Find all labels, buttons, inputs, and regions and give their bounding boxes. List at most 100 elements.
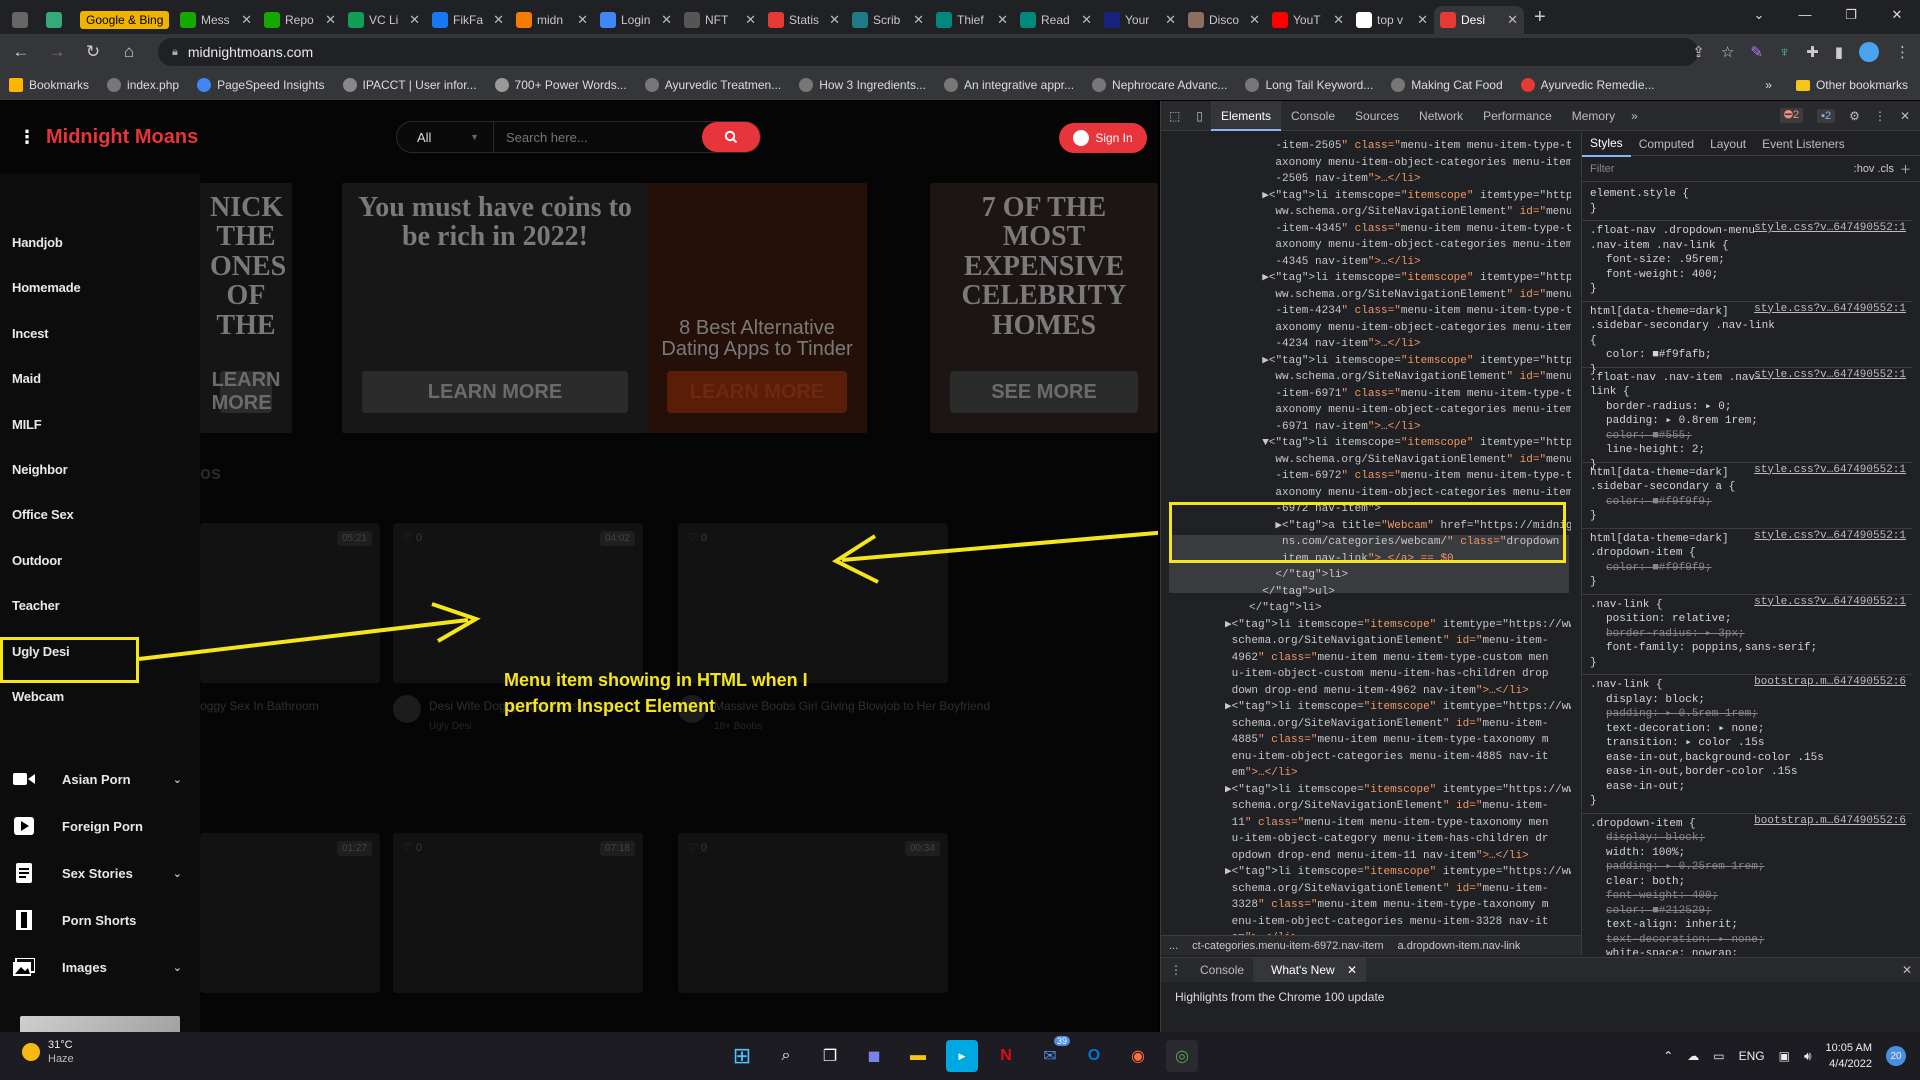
clock[interactable]: 10:05 AM 4/4/2022 xyxy=(1826,1040,1872,1072)
breadcrumb-item[interactable]: ... xyxy=(1169,940,1178,952)
reload-icon[interactable]: ↻ xyxy=(78,42,108,62)
ad-cta-button[interactable]: LEARN MORE xyxy=(212,369,281,414)
search-input[interactable] xyxy=(494,122,702,152)
file-explorer-icon[interactable]: ▬ xyxy=(902,1040,934,1072)
dom-node-line[interactable]: -item-4345" class="menu-item menu-item-t… xyxy=(1249,221,1571,238)
bookmark-item[interactable]: PageSpeed Insights xyxy=(188,77,333,92)
css-rule[interactable]: style.css?v…647490552:1 html[data-theme=d… xyxy=(1582,463,1912,529)
browser-tab[interactable]: Google & Bing xyxy=(74,6,174,34)
browser-tab[interactable]: Desi ✕ xyxy=(1434,6,1524,34)
search-category-select[interactable]: All ▼ xyxy=(397,122,494,152)
netflix-icon[interactable]: N xyxy=(990,1040,1022,1072)
outlook-icon[interactable]: O xyxy=(1078,1040,1110,1072)
back-icon[interactable]: ← xyxy=(6,42,36,62)
dom-node-line[interactable]: 4962" class="menu-item menu-item-type-cu… xyxy=(1225,650,1549,667)
browser-tab[interactable] xyxy=(6,6,40,34)
bookmark-star-icon[interactable]: ☆ xyxy=(1721,43,1734,61)
restore-button[interactable]: ❐ xyxy=(1828,0,1874,30)
tab-search-icon[interactable]: ⌄ xyxy=(1736,0,1782,30)
css-source-link[interactable]: bootstrap.m…647490552:6 xyxy=(1754,814,1906,829)
search-icon[interactable]: ⌕ xyxy=(770,1040,802,1072)
css-declaration[interactable]: text-decoration: ▸ none; xyxy=(1590,933,1912,948)
dom-node-line[interactable]: axonomy menu-item-object-categories menu… xyxy=(1249,320,1571,337)
css-declaration[interactable]: position: relative; xyxy=(1590,612,1912,627)
css-declaration[interactable]: text-decoration: ▸ none; xyxy=(1590,722,1912,737)
dom-node-line[interactable]: schema.org/SiteNavigationElement" id="me… xyxy=(1225,881,1549,898)
css-declaration[interactable]: text-align: inherit; xyxy=(1590,918,1912,933)
css-declaration[interactable]: line-height: 2; xyxy=(1590,443,1912,458)
notification-badge[interactable]: 20 xyxy=(1886,1046,1906,1066)
dom-node-line[interactable]: -item-6971" class="menu-item menu-item-t… xyxy=(1249,386,1571,403)
firefox-icon[interactable]: ◉ xyxy=(1122,1040,1154,1072)
ad-banner[interactable]: 8 Best Alternative Dating Apps to Tinder… xyxy=(647,183,867,433)
close-tab-icon[interactable]: ✕ xyxy=(997,12,1008,28)
close-tab-icon[interactable]: ✕ xyxy=(1165,12,1176,28)
share-icon[interactable]: ⇪ xyxy=(1692,43,1705,61)
css-rule[interactable]: element.style {} xyxy=(1582,184,1912,221)
dom-node-line[interactable]: </"tag">li> xyxy=(1249,567,1348,584)
teams-chat-icon[interactable]: ◼ xyxy=(858,1040,890,1072)
dom-node-line[interactable]: 11" class="menu-item menu-item-type-taxo… xyxy=(1225,815,1549,832)
sidebar-item-sex-stories[interactable]: Sex Stories ⌄ xyxy=(12,863,182,883)
prime-video-icon[interactable]: ▶ xyxy=(946,1040,978,1072)
dom-node-line[interactable]: em">…</li> xyxy=(1225,765,1298,782)
css-declaration[interactable]: padding: ▸ 0.8rem 1rem; xyxy=(1590,414,1912,429)
close-tab-icon[interactable]: ✕ xyxy=(829,12,840,28)
css-declaration[interactable]: font-size: .95rem; xyxy=(1590,253,1912,268)
drawer-tab-whats-new[interactable]: What's New ✕ xyxy=(1253,958,1367,982)
sidebar-item-handjob[interactable]: Handjob xyxy=(12,235,63,250)
dom-node-line[interactable]: ▶<"tag">li itemscope="itemscope" itemtyp… xyxy=(1249,353,1571,370)
sidebar-item-office-sex[interactable]: Office Sex xyxy=(12,507,74,522)
onedrive-icon[interactable]: ☁ xyxy=(1687,1049,1699,1063)
css-declaration[interactable]: padding: ▸ 0.25rem 1rem; xyxy=(1590,860,1912,875)
weather-widget[interactable]: 31°C Haze xyxy=(22,1038,74,1066)
dom-node-line[interactable]: opdown drop-end menu-item-11 nav-item">…… xyxy=(1225,848,1529,865)
sidebar-item-maid[interactable]: Maid xyxy=(12,371,41,386)
dom-node-line[interactable]: ▶<"tag">li itemscope="itemscope" itemtyp… xyxy=(1249,188,1571,205)
close-tab-icon[interactable]: ✕ xyxy=(241,12,252,28)
styles-filter[interactable]: Filter :hov .cls ＋ xyxy=(1582,156,1920,182)
other-bookmarks[interactable]: » Other bookmarks xyxy=(1765,70,1908,100)
devtools-tab-memory[interactable]: Memory xyxy=(1562,101,1625,131)
browser-tab[interactable]: YouT ✕ xyxy=(1266,6,1350,34)
browser-tab[interactable]: NFT ✕ xyxy=(678,6,762,34)
overflow-chevron-icon[interactable]: » xyxy=(1765,78,1772,92)
css-source-link[interactable]: style.css?v…647490552:1 xyxy=(1754,463,1906,478)
devtools-tab-network[interactable]: Network xyxy=(1409,101,1473,131)
video-card[interactable]: 04:02 ♡ 0 xyxy=(393,523,643,683)
address-bar[interactable]: 🔒︎ midnightmoans.com xyxy=(158,38,1698,66)
close-tab-icon[interactable]: ✕ xyxy=(1249,12,1260,28)
drawer-close-icon[interactable]: ✕ xyxy=(1893,958,1920,982)
bookmark-item[interactable]: Ayurvedic Remedie... xyxy=(1512,77,1664,92)
styles-tab-styles[interactable]: Styles xyxy=(1582,132,1631,157)
css-declaration[interactable]: color: ■#f9f9f9; xyxy=(1590,561,1912,576)
sidebar-item-neighbor[interactable]: Neighbor xyxy=(12,462,68,477)
drawer-tab-console[interactable]: Console xyxy=(1191,958,1253,982)
dom-node-line[interactable]: -4345 nav-item">…</li> xyxy=(1249,254,1420,271)
errors-badge[interactable]: ⛔︎2 xyxy=(1779,108,1804,123)
browser-tab[interactable]: midn ✕ xyxy=(510,6,594,34)
chevron-down-icon[interactable]: ⌄ xyxy=(173,773,182,786)
display-icon[interactable]: ▣ xyxy=(1779,1049,1790,1063)
more-tabs-icon[interactable]: » xyxy=(1625,109,1644,123)
forward-icon[interactable]: → xyxy=(42,42,72,62)
minimize-button[interactable]: — xyxy=(1782,0,1828,30)
sidebar-item-milf[interactable]: MILF xyxy=(12,417,42,432)
close-window-button[interactable]: ✕ xyxy=(1874,0,1920,30)
extension-leaf-icon[interactable]: ♆ xyxy=(1779,44,1790,61)
chrome-icon[interactable]: ◎ xyxy=(1166,1040,1198,1072)
dom-node-line[interactable]: ▼<"tag">li itemscope="itemscope" itemtyp… xyxy=(1249,435,1571,452)
sidebar-item-webcam[interactable]: Webcam xyxy=(12,689,64,704)
bookmark-item[interactable]: 700+ Power Words... xyxy=(486,77,636,92)
browser-tab[interactable]: Login ✕ xyxy=(594,6,678,34)
ad-cta-button[interactable]: SEE MORE xyxy=(950,371,1138,413)
dom-node-line[interactable]: -4234 nav-item">…</li> xyxy=(1249,336,1420,353)
inspect-element-icon[interactable]: ⬚ xyxy=(1161,109,1188,123)
dom-node-line[interactable]: -2505 nav-item">…</li> xyxy=(1249,171,1420,188)
bookmark-item[interactable]: index.php xyxy=(98,77,188,92)
browser-tab[interactable]: Mess ✕ xyxy=(174,6,258,34)
dom-node-line[interactable]: ▶<"tag">li itemscope="itemscope" itemtyp… xyxy=(1225,617,1571,634)
bookmark-item[interactable]: Ayurvedic Treatmen... xyxy=(636,77,791,92)
close-tab-icon[interactable]: ✕ xyxy=(661,12,672,28)
devtools-tab-console[interactable]: Console xyxy=(1281,101,1345,131)
